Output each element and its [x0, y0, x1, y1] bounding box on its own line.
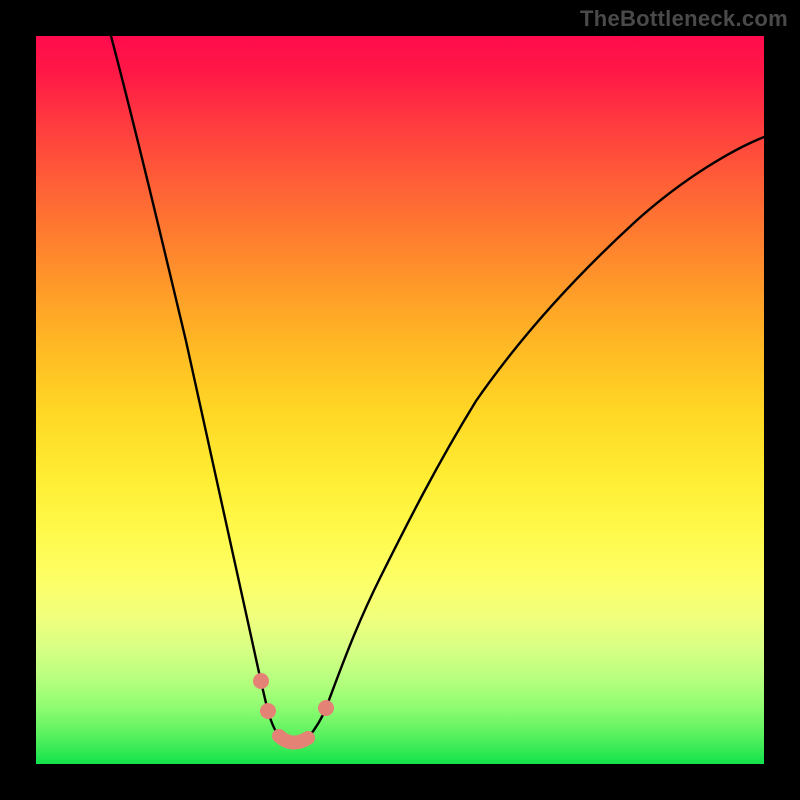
marker-dot-2 — [260, 703, 276, 719]
plot-area — [36, 36, 764, 764]
watermark-text: TheBottleneck.com — [580, 6, 788, 32]
marker-dot-3 — [318, 700, 334, 716]
curve-svg — [36, 36, 764, 764]
marker-dot-1 — [253, 673, 269, 689]
bottleneck-curve — [111, 36, 764, 745]
marker-u — [279, 736, 308, 743]
